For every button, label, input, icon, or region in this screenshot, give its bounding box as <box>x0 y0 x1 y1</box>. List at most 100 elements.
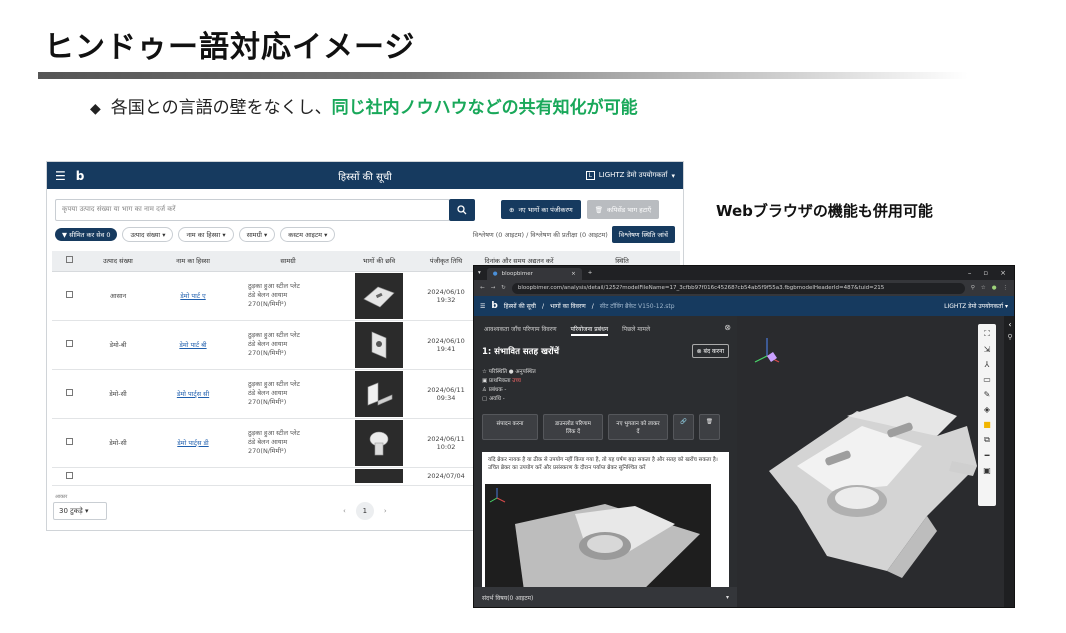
axis-icon[interactable]: ⅄ <box>985 360 990 369</box>
profile-avatar[interactable]: ● <box>992 285 997 291</box>
forward-icon[interactable]: → <box>491 285 496 291</box>
row-checkbox[interactable] <box>65 291 73 298</box>
col-registered[interactable]: पंजीकृत तिथि <box>418 251 474 272</box>
col-product[interactable]: उत्पाद संख्या <box>86 251 150 272</box>
filter-chip-material[interactable]: सामग्री ▾ <box>238 226 276 242</box>
col-name[interactable]: नाम का हिस्सा <box>150 251 236 272</box>
tab-past-cases[interactable]: पिछले मामले <box>622 325 650 336</box>
new-payment-button[interactable]: नए भुगतान को लाकर दें <box>608 414 668 440</box>
chevron-down-icon: ▾ <box>85 507 89 515</box>
prop-label: अवधि <box>488 396 502 402</box>
filter-icon: ▼ <box>62 230 67 239</box>
line-icon[interactable]: ━ <box>985 451 990 460</box>
app-logo[interactable]: b <box>76 169 85 183</box>
cube-icon[interactable]: ◈ <box>984 405 990 414</box>
app-logo[interactable]: b <box>491 301 497 311</box>
register-parts-button[interactable]: ⊕ नए भागों का पंजीकरण <box>501 200 581 219</box>
prev-page-icon[interactable]: ‹ <box>343 507 346 515</box>
more-icon[interactable]: ⋮ <box>1003 285 1009 291</box>
user-menu[interactable]: LIGHTZ डेमो उपयोगकर्ता ▾ <box>944 302 1008 310</box>
fit-icon[interactable]: ⛶ <box>984 329 990 339</box>
select-all-checkbox[interactable] <box>52 251 86 272</box>
back-icon[interactable]: ← <box>480 285 485 291</box>
search-button[interactable] <box>449 198 475 221</box>
close-issue-button[interactable]: ⊗ बंद करना <box>691 344 729 358</box>
filter-chip-name[interactable]: नाम का हिस्सा ▾ <box>178 226 234 242</box>
close-tab-icon[interactable]: × <box>571 271 576 277</box>
download-link-button[interactable]: डाउनलोड परिणाम लिंक दें <box>543 414 603 440</box>
part-name-link[interactable]: डेमो पार्ट्स सी <box>150 369 236 419</box>
part-thumbnail[interactable] <box>355 272 403 319</box>
filter-chip-custom[interactable]: कस्टम आइटम ▾ <box>280 226 336 242</box>
chevron-left-icon[interactable]: ‹ <box>1004 320 1014 329</box>
col-material[interactable]: सामग्री <box>236 251 340 272</box>
link-icon[interactable]: 🔗 <box>673 414 694 440</box>
part-name-link[interactable]: डेमो पार्ट्स डी <box>150 418 236 468</box>
issue-actions: संपादन करना डाउनलोड परिणाम लिंक दें नए भ… <box>474 410 737 444</box>
material-line: 270(N/मिमी²) <box>248 447 287 455</box>
section-icon[interactable]: ⧉ <box>984 435 990 445</box>
check-analysis-button[interactable]: विश्लेषण स्थिति जांचें <box>611 225 675 243</box>
search-icon[interactable]: ⚲ <box>1004 333 1014 341</box>
reload-icon[interactable]: ↻ <box>501 285 506 291</box>
edit-button[interactable]: संपादन करना <box>482 414 538 440</box>
delete-parts-button[interactable]: 🗑 कपिसेंड भाग हटाएँ <box>586 200 660 219</box>
color-icon[interactable]: ■ <box>983 420 991 429</box>
part-name-link[interactable]: डेमो पार्ट ए <box>150 271 236 321</box>
breadcrumb-item[interactable]: भागों का विवरण <box>550 302 586 310</box>
zoom-icon[interactable]: ⇲ <box>984 345 991 354</box>
user-menu[interactable]: L LIGHTZ डेमो उपयोगकर्ता ▾ <box>585 171 675 180</box>
close-panel-icon[interactable]: ⊗ <box>724 323 731 332</box>
row-checkbox[interactable] <box>65 389 73 396</box>
maximize-icon[interactable]: ▫ <box>983 269 988 277</box>
prop-label: प्रबंधक <box>488 387 503 393</box>
menu-icon[interactable]: ☰ <box>480 303 485 310</box>
url-input[interactable]: bloopbimer.com/analysis/detail/1252?mode… <box>511 282 965 294</box>
tab-menu-icon[interactable]: ▾ <box>478 270 481 276</box>
registered-cell: 2024/06/11 09:34 <box>418 369 474 419</box>
close-window-icon[interactable]: × <box>1000 269 1006 277</box>
measure-icon[interactable]: ▭ <box>983 375 991 384</box>
registered-cell: 2024/06/10 19:41 <box>418 320 474 370</box>
part-thumbnail[interactable] <box>355 370 403 417</box>
star-icon[interactable]: ☆ <box>981 285 986 291</box>
address-bar: ← → ↻ bloopbimer.com/analysis/detail/125… <box>474 280 1014 296</box>
registered-date: 2024/06/10 <box>427 336 465 345</box>
plus-circle-icon: ⊕ <box>509 205 515 214</box>
minimize-icon[interactable]: – <box>968 269 972 277</box>
search-input[interactable]: कृपया उत्पाद संख्या या भाग का नाम दर्ज क… <box>55 198 450 221</box>
side-drawer[interactable]: ‹ ⚲ <box>1004 316 1014 607</box>
bullet-text: 各国との言語の壁をなくし、 <box>110 98 332 118</box>
new-tab-icon[interactable]: + <box>588 270 593 276</box>
next-page-icon[interactable]: › <box>384 507 387 515</box>
saved-filter-chip[interactable]: ▼ सीमित कर सेव 0 <box>55 227 118 241</box>
close-issue-label: बंद करना <box>703 348 724 355</box>
app-header: ☰ b हिस्सों की सूची / भागों का विवरण / स… <box>474 296 1014 316</box>
browser-tab[interactable]: ● bloopbimer × <box>486 268 582 280</box>
filter-chip-product[interactable]: उत्पाद संख्या ▾ <box>122 226 174 242</box>
delete-icon[interactable]: 🗑 <box>698 414 720 440</box>
menu-icon[interactable]: ☰ <box>55 169 66 183</box>
translate-icon[interactable]: ⚲ <box>971 285 975 291</box>
row-checkbox[interactable] <box>65 340 73 347</box>
tab-project-management[interactable]: परियोजना प्रबंधन <box>570 325 609 336</box>
part-name-link[interactable]: डेमो पार्ट बी <box>150 320 236 370</box>
row-checkbox[interactable] <box>65 438 73 445</box>
search-icon <box>457 204 467 214</box>
reference-section[interactable]: संदर्भ विषय(0 आइटम) ▾ <box>474 587 737 607</box>
prop-manager: ♙ प्रबंधक - <box>482 387 507 393</box>
part-thumbnail[interactable] <box>355 419 403 466</box>
filter-row: ▼ सीमित कर सेव 0 उत्पाद संख्या ▾ नाम का … <box>47 223 683 245</box>
tab-check-results[interactable]: आवश्यकता जाँच परिणाम विवरण <box>484 325 557 336</box>
slide-title: ヒンドゥー語対応イメージ <box>44 30 416 65</box>
part-thumbnail[interactable] <box>355 469 403 483</box>
3d-viewer[interactable]: ⛶ ⇲ ⅄ ▭ ✎ ◈ ■ ⧉ ━ ▣ ‹ ⚲ <box>737 316 1014 607</box>
breadcrumb-item[interactable]: हिस्सों की सूची <box>504 302 536 310</box>
pen-icon[interactable]: ✎ <box>984 390 991 399</box>
part-name-link[interactable] <box>150 467 236 486</box>
row-checkbox[interactable] <box>65 471 73 479</box>
page-size-select[interactable]: 30 टुकड़े ▾ <box>53 502 107 520</box>
part-thumbnail[interactable] <box>355 321 403 368</box>
current-page[interactable]: 1 <box>355 502 374 520</box>
camera-icon[interactable]: ▣ <box>983 466 991 475</box>
